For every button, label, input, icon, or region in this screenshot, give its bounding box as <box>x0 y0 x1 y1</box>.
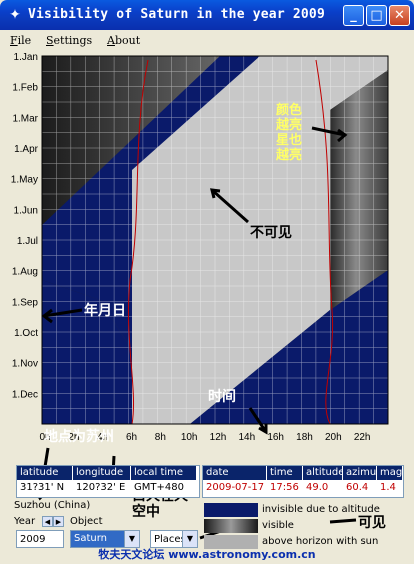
time-value: 17:56 <box>270 482 299 493</box>
date-value: 2009-07-17 <box>206 482 265 493</box>
object-label: Object <box>70 516 103 527</box>
column-header[interactable]: mag <box>377 466 403 480</box>
arrow-time <box>248 407 268 433</box>
column-header[interactable]: altitude <box>303 466 344 480</box>
location-name: Suzhou (China) <box>14 500 91 511</box>
legend-item: visible <box>204 518 404 534</box>
azimuth-value: 60.4 <box>346 482 369 493</box>
column-header[interactable]: azimut <box>343 466 380 480</box>
column-header[interactable]: longitude <box>73 466 131 480</box>
local-time-value: GMT+480 <box>134 482 184 493</box>
altitude-value: 49.0 <box>306 482 329 493</box>
column-header[interactable]: time <box>267 466 303 480</box>
latitude-value: 31?31' N <box>20 482 65 493</box>
legend-item: invisible due to altitude <box>204 502 404 518</box>
legend-label: invisible due to altitude <box>262 504 380 515</box>
legend-swatch <box>204 503 258 517</box>
chevron-down-icon[interactable]: ▼ <box>124 531 139 547</box>
location-table: latitude longitude local time 31?31' N 1… <box>16 465 200 498</box>
column-header[interactable]: local time <box>131 466 197 480</box>
legend-label: visible <box>262 520 294 531</box>
column-header[interactable]: date <box>203 466 267 480</box>
object-select-value: Saturn <box>74 533 108 544</box>
legend-swatch <box>204 519 258 533</box>
year-label: Year <box>14 516 36 527</box>
chevron-down-icon[interactable]: ▼ <box>182 531 197 547</box>
year-next-button[interactable]: ▶ <box>53 516 64 527</box>
year-prev-button[interactable]: ◀ <box>42 516 53 527</box>
footer-watermark: 牧夫天文论坛 www.astronomy.com.cn <box>98 548 316 561</box>
column-header[interactable]: latitude <box>17 466 73 480</box>
longitude-value: 120?32' E <box>76 482 126 493</box>
arrow-not-visible <box>211 188 249 224</box>
object-table: date time altitude azimut mag 2009-07-17… <box>202 465 404 498</box>
magnitude-value: 1.4 <box>380 482 396 493</box>
